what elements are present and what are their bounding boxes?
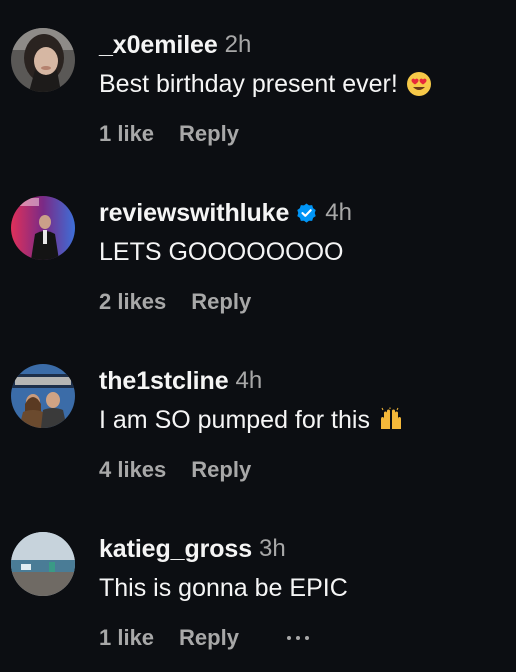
- timestamp: 4h: [235, 367, 263, 394]
- likes-count[interactable]: 4 likes: [99, 457, 166, 483]
- username[interactable]: katieg_gross: [99, 535, 252, 564]
- avatar[interactable]: [11, 364, 75, 428]
- timestamp: 4h: [325, 199, 352, 226]
- comment-header: the1stcline 4h: [99, 366, 262, 396]
- username[interactable]: _x0emilee: [99, 31, 218, 60]
- more-dot: [304, 636, 309, 640]
- timestamp: 2h: [224, 31, 252, 58]
- reply-button[interactable]: Reply: [191, 457, 251, 483]
- comment-text: I am SO pumped for this: [99, 404, 404, 436]
- likes-count[interactable]: 2 likes: [99, 289, 166, 315]
- heart-eyes-emoji-icon: [406, 71, 432, 97]
- timestamp: 3h: [259, 535, 286, 562]
- comment-text-content: Best birthday present ever!: [99, 69, 398, 98]
- comment-actions: 2 likes Reply: [99, 288, 251, 316]
- comment-item: reviewswithluke 4h LETS GOOOOOOOO 2 like…: [0, 168, 516, 336]
- comment-header: katieg_gross 3h: [99, 534, 286, 564]
- reply-button[interactable]: Reply: [179, 121, 239, 147]
- comment-header: _x0emilee 2h: [99, 30, 251, 60]
- more-dot: [295, 636, 300, 640]
- comment-text-content: I am SO pumped for this: [99, 405, 370, 434]
- reply-button[interactable]: Reply: [191, 289, 251, 315]
- reply-button[interactable]: Reply: [179, 625, 239, 651]
- avatar[interactable]: [11, 196, 75, 260]
- more-dot: [286, 636, 291, 640]
- username[interactable]: reviewswithluke: [99, 199, 289, 228]
- comment-actions: 1 like Reply: [99, 120, 239, 148]
- comment-item: _x0emilee 2h Best birthday present ever!…: [0, 0, 516, 168]
- verified-badge-icon: [295, 202, 318, 225]
- comment-text-content: LETS GOOOOOOOO: [99, 237, 344, 266]
- comment-header: reviewswithluke 4h: [99, 198, 352, 228]
- likes-count[interactable]: 1 like: [99, 121, 154, 147]
- comment-actions: 4 likes Reply: [99, 456, 251, 484]
- username[interactable]: the1stcline: [99, 367, 229, 396]
- more-options-icon[interactable]: [286, 628, 309, 648]
- comment-actions: 1 like Reply: [99, 624, 309, 652]
- comment-text-content: This is gonna be EPIC: [99, 573, 348, 602]
- avatar[interactable]: [11, 28, 75, 92]
- comment-item: katieg_gross 3h This is gonna be EPIC 1 …: [0, 504, 516, 672]
- raising-hands-emoji-icon: [378, 407, 404, 433]
- likes-count[interactable]: 1 like: [99, 625, 154, 651]
- comment-item: the1stcline 4h I am SO pumped for this 4…: [0, 336, 516, 504]
- comment-text: LETS GOOOOOOOO: [99, 236, 343, 268]
- comment-text: Best birthday present ever!: [99, 68, 432, 100]
- comment-text: This is gonna be EPIC: [99, 572, 348, 604]
- avatar[interactable]: [11, 532, 75, 596]
